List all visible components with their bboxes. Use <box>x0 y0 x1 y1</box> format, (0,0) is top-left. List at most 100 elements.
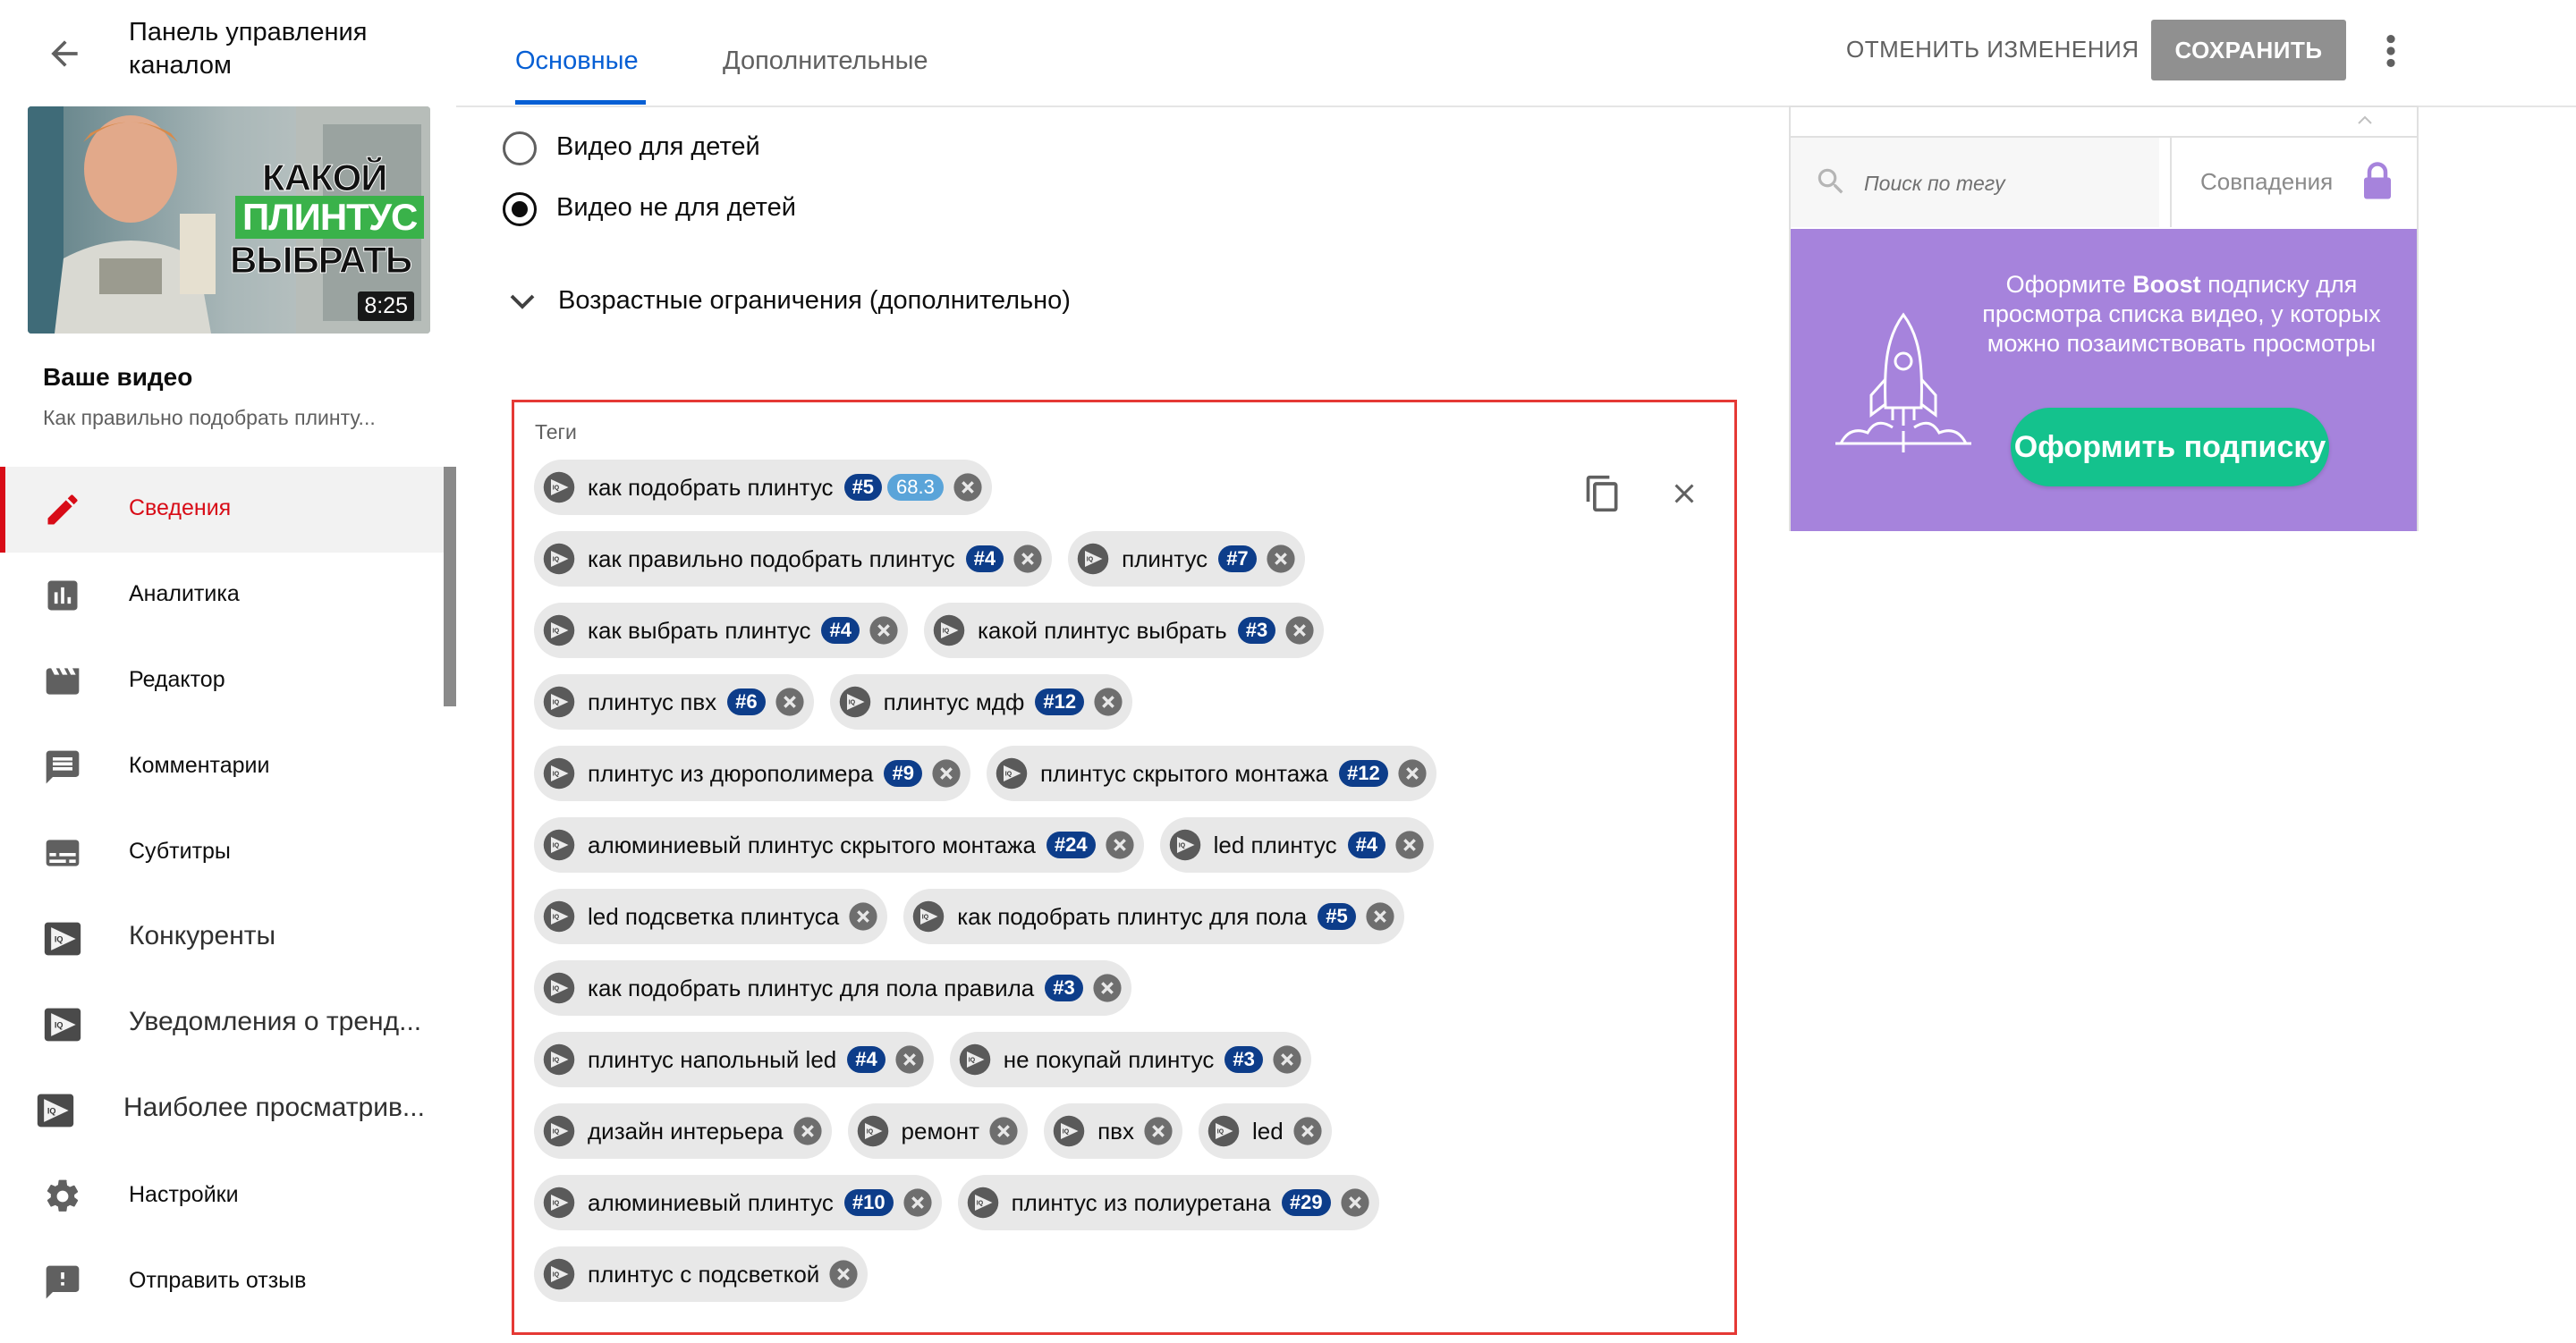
remove-tag-icon[interactable] <box>1013 544 1043 574</box>
remove-tag-icon[interactable] <box>953 472 983 503</box>
sidebar-item-competitors[interactable]: IQ Конкуренты <box>0 896 456 982</box>
tag-search-input[interactable] <box>1862 163 2152 204</box>
vidiq-icon: IQ <box>43 1005 82 1044</box>
tag-chip[interactable]: IQ плинтус напольный led #4 <box>534 1032 934 1087</box>
comment-icon <box>43 748 82 787</box>
svg-text:IQ: IQ <box>553 914 560 920</box>
remove-tag-icon[interactable] <box>848 901 878 932</box>
boost-promo: Оформите Boost подписку для просмотра сп… <box>1791 229 2417 531</box>
tag-chip[interactable]: IQ как подобрать плинтус для пола правила… <box>534 960 1131 1016</box>
sidebar-item-comments[interactable]: Комментарии <box>0 724 456 810</box>
remove-tag-icon[interactable] <box>869 615 899 646</box>
tag-text: плинтус из дюрополимера <box>588 759 874 787</box>
divider <box>2170 138 2172 227</box>
tag-chip[interactable]: IQ плинтус скрытого монтажа #12 <box>986 746 1436 801</box>
sidebar-item-analytics[interactable]: Аналитика <box>0 553 456 638</box>
svg-text:IQ: IQ <box>969 1057 976 1063</box>
tag-chip[interactable]: IQ как правильно подобрать плинтус #4 <box>534 531 1053 587</box>
svg-text:IQ: IQ <box>553 771 560 777</box>
matches-label[interactable]: Совпадения <box>2200 168 2333 196</box>
tab-advanced[interactable]: Дополнительные <box>723 46 928 76</box>
tag-chip[interactable]: IQ как выбрать плинтус #4 <box>534 603 908 658</box>
save-button[interactable]: СОХРАНИТЬ <box>2151 20 2346 80</box>
svg-text:IQ: IQ <box>55 1021 64 1030</box>
remove-tag-icon[interactable] <box>1365 901 1395 932</box>
tag-chip[interactable]: IQ какой плинтус выбрать #3 <box>923 603 1325 658</box>
video-thumbnail[interactable]: КАКОЙ ПЛИНТУС ВЫБРАТЬ 8:25 <box>28 106 430 334</box>
tag-row: IQ плинтус с подсветкой <box>534 1246 869 1302</box>
copy-icon[interactable] <box>1583 472 1623 515</box>
sidebar-item-feedback[interactable]: Отправить отзыв <box>0 1239 456 1325</box>
remove-tag-icon[interactable] <box>792 1116 823 1146</box>
undo-changes-button[interactable]: ОТМЕНИТЬ ИЗМЕНЕНИЯ <box>1846 36 2140 63</box>
tag-score-badge: 68.3 <box>887 474 944 501</box>
remove-tag-icon[interactable] <box>1272 1044 1302 1075</box>
sidebar-item-trend-alerts[interactable]: IQ Уведомления о тренд... <box>0 982 456 1068</box>
tag-chip[interactable]: IQ led плинтус #4 <box>1159 817 1435 873</box>
remove-tag-icon[interactable] <box>1105 830 1135 860</box>
your-video-label: Ваше видео <box>43 363 193 391</box>
chevron-up-icon[interactable] <box>2356 113 2374 127</box>
tag-rank-badge: #6 <box>727 688 766 715</box>
remove-tag-icon[interactable] <box>775 687 805 717</box>
tag-chip[interactable]: IQ как подобрать плинтус #5 68.3 <box>534 460 992 515</box>
sidebar-item-details[interactable]: Сведения <box>0 467 456 553</box>
more-vert-icon[interactable] <box>2377 30 2404 72</box>
tag-chip[interactable]: IQ как подобрать плинтус для пола #5 <box>903 889 1404 944</box>
remove-tag-icon[interactable] <box>988 1116 1019 1146</box>
tag-search-field[interactable] <box>1791 138 2159 227</box>
radio-not-made-for-kids[interactable] <box>503 192 537 226</box>
svg-text:IQ: IQ <box>1217 1128 1224 1135</box>
tag-chip[interactable]: IQ плинтус из дюрополимера #9 <box>534 746 970 801</box>
vidiq-tag-icon: IQ <box>933 614 965 646</box>
tag-row: IQ плинтус из дюрополимера #9 IQ плинтус скр… <box>534 746 1436 801</box>
radio-made-for-kids[interactable] <box>503 131 537 165</box>
sidebar-item-most-viewed[interactable]: IQ Наиболее просматрив... <box>0 1068 456 1153</box>
back-arrow-icon[interactable] <box>45 34 84 73</box>
tag-text: плинтус скрытого монтажа <box>1039 759 1329 787</box>
remove-tag-icon[interactable] <box>828 1259 859 1289</box>
sidebar-item-settings[interactable]: Настройки <box>0 1153 456 1239</box>
subscribe-button[interactable]: Оформить подписку <box>2011 408 2329 486</box>
remove-tag-icon[interactable] <box>902 1187 933 1218</box>
vidiq-tag-icon: IQ <box>543 1043 575 1076</box>
radio-made-for-kids-label[interactable]: Видео для детей <box>556 132 760 162</box>
tag-chip[interactable]: IQ плинтус мдф #12 <box>829 674 1133 730</box>
tags-field[interactable]: Теги IQ как подобрать плинтус #5 68.3 IQ как … <box>512 400 1737 1335</box>
chevron-down-icon[interactable] <box>506 288 538 315</box>
remove-tag-icon[interactable] <box>894 1044 925 1075</box>
vidiq-tag-icon: IQ <box>912 900 945 933</box>
tag-chip[interactable]: IQ алюминиевый плинтус скрытого монтажа #2… <box>534 817 1144 873</box>
remove-tag-icon[interactable] <box>1394 830 1425 860</box>
remove-tag-icon[interactable] <box>1143 1116 1174 1146</box>
vidiq-icon: IQ <box>36 1091 75 1130</box>
remove-tag-icon[interactable] <box>1266 544 1296 574</box>
tag-chip[interactable]: IQ плинтус из полиуретана #29 <box>957 1175 1379 1230</box>
age-restrictions-toggle[interactable]: Возрастные ограничения (дополнительно) <box>558 286 1071 316</box>
tag-text: плинтус <box>1122 545 1208 572</box>
radio-not-made-for-kids-label[interactable]: Видео не для детей <box>556 193 796 223</box>
tag-text: плинтус мдф <box>883 688 1025 715</box>
remove-tag-icon[interactable] <box>1397 758 1428 789</box>
remove-tag-icon[interactable] <box>931 758 962 789</box>
tab-basic[interactable]: Основные <box>515 46 639 76</box>
remove-tag-icon[interactable] <box>1093 687 1123 717</box>
tag-chip[interactable]: IQ дизайн интерьера <box>534 1103 832 1159</box>
remove-tag-icon[interactable] <box>1092 973 1123 1003</box>
tag-chip[interactable]: IQ пвх <box>1044 1103 1182 1159</box>
tag-chip[interactable]: IQ не покупай плинтус #3 <box>949 1032 1311 1087</box>
tag-chip[interactable]: IQ плинтус #7 <box>1068 531 1305 587</box>
sidebar-item-editor[interactable]: Редактор <box>0 638 456 724</box>
sidebar-item-subtitles[interactable]: Субтитры <box>0 810 456 896</box>
remove-tag-icon[interactable] <box>1284 615 1315 646</box>
tag-chip[interactable]: IQ ремонт <box>847 1103 1029 1159</box>
tag-chip[interactable]: IQ плинтус с подсветкой <box>534 1246 869 1302</box>
tag-chip[interactable]: IQ led <box>1198 1103 1332 1159</box>
tag-chip[interactable]: IQ алюминиевый плинтус #10 <box>534 1175 942 1230</box>
tag-chip[interactable]: IQ led подсветка плинтуса <box>534 889 888 944</box>
close-icon[interactable] <box>1668 477 1700 510</box>
tag-chip[interactable]: IQ плинтус пвх #6 <box>534 674 814 730</box>
remove-tag-icon[interactable] <box>1340 1187 1370 1218</box>
remove-tag-icon[interactable] <box>1292 1116 1323 1146</box>
sidebar-scrollbar[interactable] <box>444 467 456 706</box>
